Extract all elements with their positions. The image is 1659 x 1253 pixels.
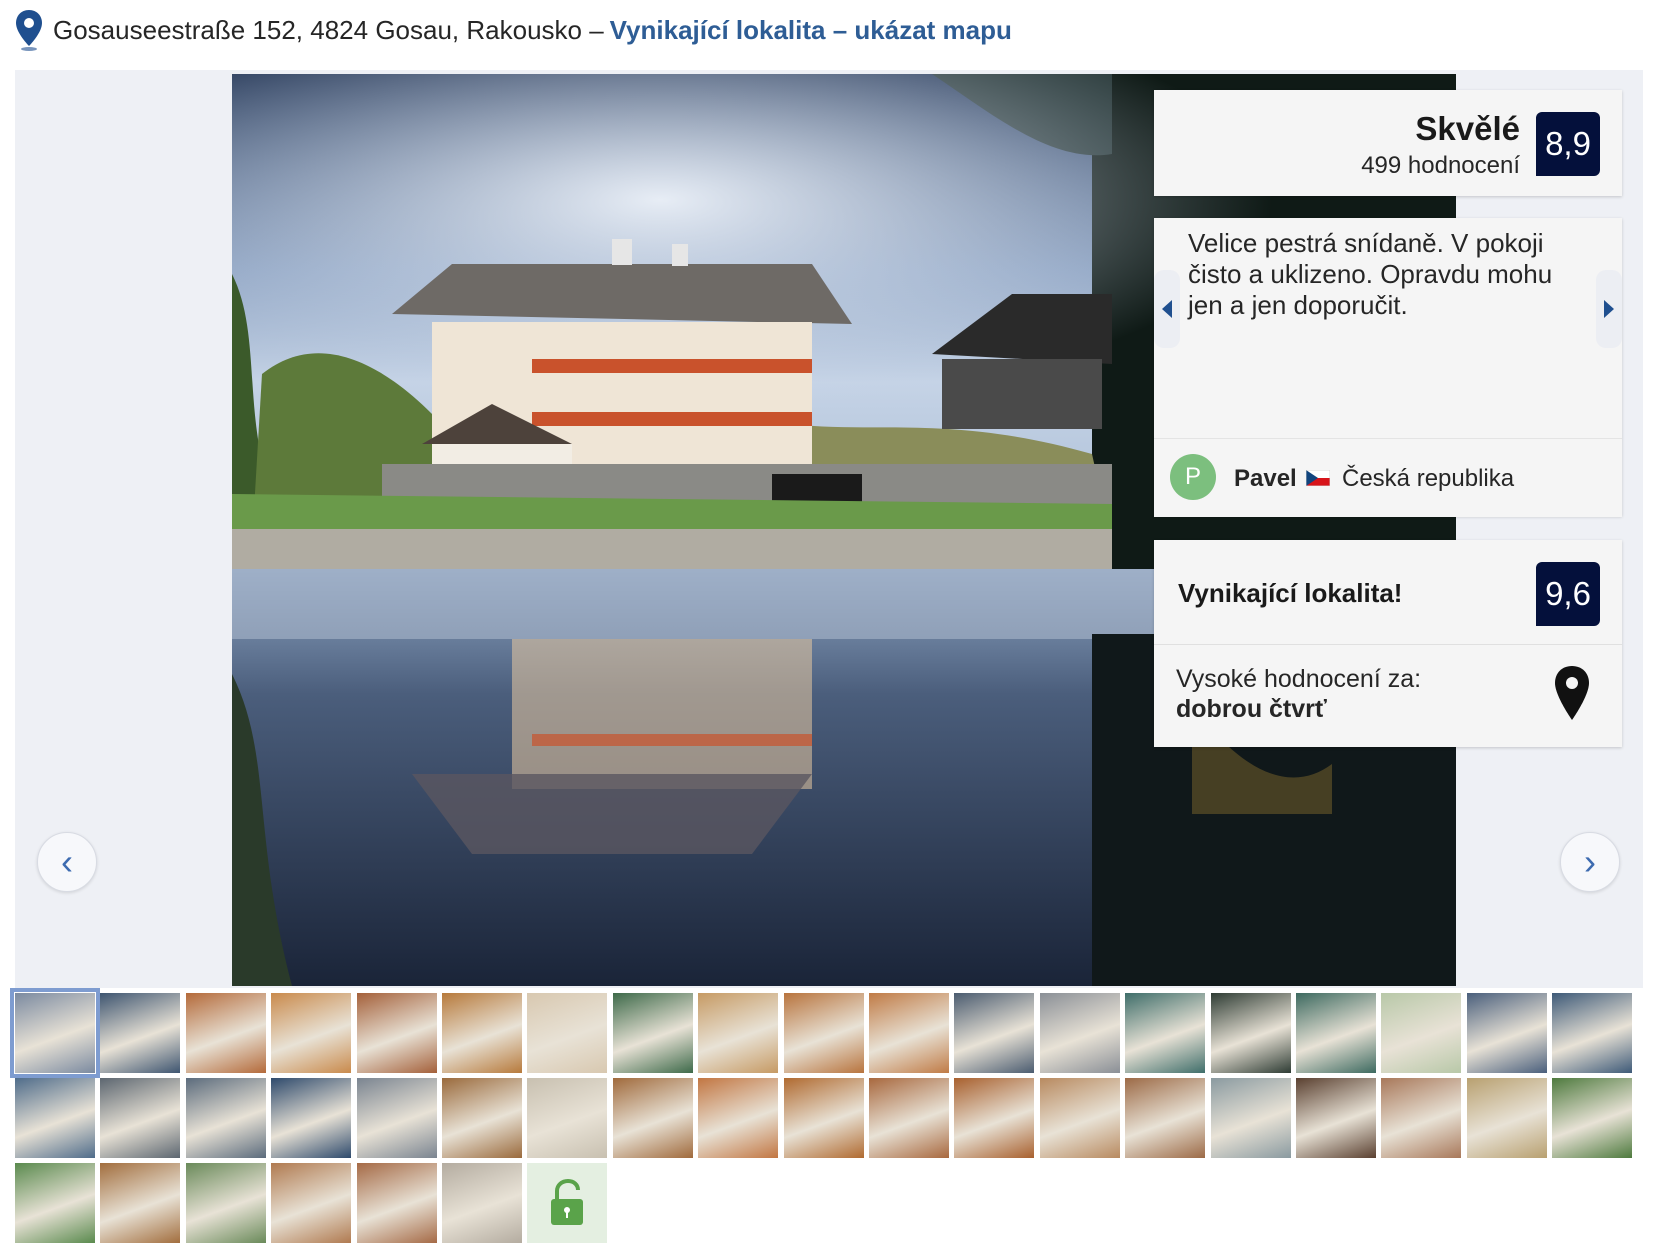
- thumbnail[interactable]: [869, 993, 949, 1073]
- thumbnail[interactable]: [1040, 1078, 1120, 1158]
- lock-open-icon: [551, 1179, 583, 1225]
- review-next-button[interactable]: [1596, 270, 1622, 348]
- location-title: Vynikající lokalita!: [1178, 578, 1403, 608]
- thumbnail[interactable]: [271, 1078, 351, 1158]
- thumbnail[interactable]: [442, 1163, 522, 1243]
- thumbnail-strip: [10, 988, 1643, 1253]
- thumbnail[interactable]: [1040, 993, 1120, 1073]
- hotel-lake-photo: [232, 74, 1456, 986]
- thumbnail[interactable]: [1552, 1078, 1632, 1158]
- thumbnail[interactable]: [357, 1078, 437, 1158]
- thumbnail[interactable]: [527, 1078, 607, 1158]
- location-subtitle-text: Vysoké hodnocení za:: [1176, 665, 1422, 693]
- czech-flag-icon: [1306, 470, 1330, 486]
- location-subtitle: Vysoké hodnocení za: dobrou čtvrť: [1176, 664, 1421, 724]
- thumbnail[interactable]: [186, 1078, 266, 1158]
- thumbnail[interactable]: [442, 1078, 522, 1158]
- thumbnail[interactable]: [1381, 1078, 1461, 1158]
- photo-gallery: ‹ ›: [15, 70, 1643, 988]
- thumbnail[interactable]: [1296, 1078, 1376, 1158]
- gallery-prev-button[interactable]: ‹: [37, 832, 97, 892]
- main-photo[interactable]: [232, 74, 1456, 986]
- thumbnail[interactable]: [869, 1078, 949, 1158]
- thumbnail[interactable]: [186, 1163, 266, 1243]
- thumbnail[interactable]: [271, 1163, 351, 1243]
- thumbnail[interactable]: [357, 993, 437, 1073]
- thumbnail[interactable]: [1296, 993, 1376, 1073]
- thumbnail[interactable]: [15, 1163, 95, 1243]
- thumbnail[interactable]: [15, 1078, 95, 1158]
- thumbnail[interactable]: [784, 1078, 864, 1158]
- address-bar: Gosauseestraße 152, 4824 Gosau, Rakousko…: [15, 8, 1012, 52]
- thumbnail[interactable]: [1552, 993, 1632, 1073]
- reviewer-country: Česká republika: [1342, 465, 1515, 492]
- thumbnail[interactable]: [698, 993, 778, 1073]
- thumbnail[interactable]: [613, 1078, 693, 1158]
- rating-score-badge: 8,9: [1536, 112, 1600, 176]
- reviewer-name: Pavel: [1234, 465, 1297, 492]
- thumbnail[interactable]: [357, 1163, 437, 1243]
- thumbnail[interactable]: [954, 1078, 1034, 1158]
- divider: [1154, 644, 1622, 645]
- caret-right-icon: [1604, 300, 1614, 318]
- thumbnail[interactable]: [100, 1078, 180, 1158]
- hotel-address: Gosauseestraße 152, 4824 Gosau, Rakousko…: [53, 14, 604, 45]
- thumbnail[interactable]: [271, 993, 351, 1073]
- thumbnail[interactable]: [527, 993, 607, 1073]
- thumbnail[interactable]: [954, 993, 1034, 1073]
- thumbnail[interactable]: [1467, 993, 1547, 1073]
- thumbnail[interactable]: [698, 1078, 778, 1158]
- thumbnail[interactable]: [1211, 993, 1291, 1073]
- thumbnail[interactable]: [10, 988, 100, 1078]
- location-score-badge: 9,6: [1536, 562, 1600, 626]
- reviewer-info: P Pavel Česká republika: [1154, 438, 1622, 517]
- thumbnail[interactable]: [186, 993, 266, 1073]
- unlock-more-photos-button[interactable]: [527, 1163, 607, 1243]
- gallery-next-button[interactable]: ›: [1560, 832, 1620, 892]
- rating-label: Skvělé: [1415, 110, 1520, 147]
- review-prev-button[interactable]: [1154, 270, 1180, 348]
- thumbnail[interactable]: [613, 993, 693, 1073]
- thumbnail[interactable]: [1125, 993, 1205, 1073]
- location-card[interactable]: Vynikající lokalita! 9,6 Vysoké hodnocen…: [1154, 540, 1622, 747]
- caret-left-icon: [1162, 300, 1172, 318]
- map-pin-icon: [16, 10, 42, 51]
- thumbnail[interactable]: [100, 1163, 180, 1243]
- review-card: Velice pestrá snídaně. V pokoji čisto a …: [1154, 218, 1622, 517]
- review-text: Velice pestrá snídaně. V pokoji čisto a …: [1188, 228, 1553, 320]
- review-count[interactable]: 499 hodnocení: [1361, 152, 1520, 180]
- location-subtitle-bold: dobrou čtvrť: [1176, 695, 1327, 723]
- thumbnail[interactable]: [1467, 1078, 1547, 1158]
- thumbnail[interactable]: [1125, 1078, 1205, 1158]
- thumbnail[interactable]: [784, 993, 864, 1073]
- thumbnail[interactable]: [442, 993, 522, 1073]
- avatar: P: [1170, 454, 1216, 500]
- rating-card[interactable]: Skvělé 499 hodnocení 8,9: [1154, 90, 1622, 196]
- thumbnail[interactable]: [1381, 993, 1461, 1073]
- thumbnail[interactable]: [100, 993, 180, 1073]
- show-map-link[interactable]: Vynikající lokalita – ukázat mapu: [610, 15, 1012, 46]
- map-pin-icon: [1555, 666, 1589, 720]
- thumbnail[interactable]: [1211, 1078, 1291, 1158]
